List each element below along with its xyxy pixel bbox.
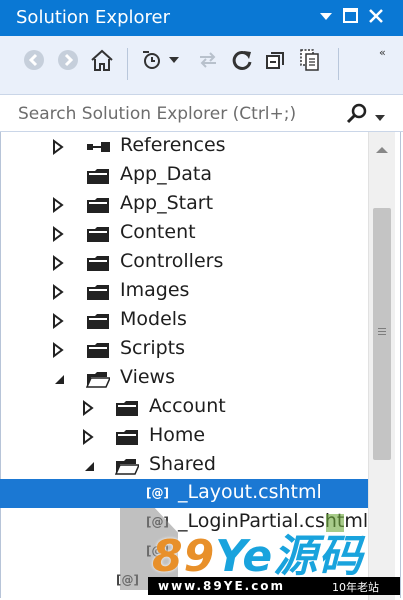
expand-arrow-icon[interactable] xyxy=(52,226,66,242)
back-button[interactable] xyxy=(20,46,48,74)
expand-arrow-icon[interactable] xyxy=(52,342,66,358)
toolbar-overflow-button[interactable]: ‹‹ xyxy=(379,46,386,59)
maximize-icon xyxy=(343,8,358,23)
watermark-brand-text: Ye源码 xyxy=(215,531,364,582)
watermark-tag: 10年老站 xyxy=(332,581,379,594)
tree-item-label: Models xyxy=(120,308,187,330)
chevron-up-icon xyxy=(376,147,388,153)
tree-item-app-data[interactable]: App_Data xyxy=(0,161,368,190)
search-options-dropdown[interactable] xyxy=(375,107,387,121)
tree-item-label: Content xyxy=(120,221,196,243)
folder-icon xyxy=(115,400,139,417)
expand-arrow-icon[interactable] xyxy=(82,429,96,445)
search-bar xyxy=(0,94,403,133)
folder-icon xyxy=(86,342,110,359)
tree-item-label: Account xyxy=(149,395,226,417)
expand-arrow-icon[interactable] xyxy=(52,197,66,213)
watermark-brand: 89Ye源码 xyxy=(152,520,363,584)
scroll-grip-line xyxy=(378,331,386,332)
cshtml-file-icon: [@] xyxy=(146,486,169,500)
expand-arrow-icon[interactable] xyxy=(52,313,66,329)
tree-item-label: Images xyxy=(120,279,190,301)
expand-arrow-icon[interactable] xyxy=(52,284,66,300)
pending-changes-filter-icon xyxy=(143,51,160,69)
window-title: Solution Explorer xyxy=(16,7,170,28)
toolbar-separator xyxy=(338,48,339,80)
watermark-overlay: 89Ye源码 www.89YE.com 10年老站 xyxy=(104,500,400,596)
tree-item-scripts[interactable]: Scripts xyxy=(0,335,368,364)
tree-item-content[interactable]: Content xyxy=(0,219,368,248)
tree-item-models[interactable]: Models xyxy=(0,306,368,335)
title-bar: Solution Explorer xyxy=(0,0,403,36)
tree-item-label: Views xyxy=(120,366,175,388)
tree-item-references[interactable]: References xyxy=(0,132,368,161)
tree-item-home[interactable]: Home xyxy=(0,422,368,451)
back-icon xyxy=(24,50,44,70)
pending-changes-filter-dropdown[interactable] xyxy=(166,46,182,74)
tree-item-app-start[interactable]: App_Start xyxy=(0,190,368,219)
expand-arrow-icon[interactable] xyxy=(52,255,66,271)
folder-icon xyxy=(86,255,110,272)
tree-item-images[interactable]: Images xyxy=(0,277,368,306)
chevron-down-icon xyxy=(375,115,385,121)
tree-item-label: Shared xyxy=(149,453,216,475)
collapse-all-button[interactable] xyxy=(262,46,290,74)
chevron-down-icon xyxy=(169,57,179,63)
collapse-all-icon xyxy=(266,52,284,69)
folder-icon xyxy=(86,226,110,243)
tree-item-label: Scripts xyxy=(120,337,186,359)
forward-icon xyxy=(58,50,78,70)
folder-open-icon xyxy=(86,371,110,388)
tree-item-label: App_Start xyxy=(120,192,214,214)
collapse-arrow-icon[interactable] xyxy=(52,371,66,387)
pending-changes-filter-button[interactable] xyxy=(140,46,168,74)
tree-item-label: App_Data xyxy=(120,163,212,185)
watermark-brand-number: 89 xyxy=(152,531,216,582)
references-icon xyxy=(86,141,110,158)
close-button[interactable] xyxy=(368,8,384,29)
collapse-arrow-icon[interactable] xyxy=(82,458,96,474)
search-button[interactable] xyxy=(346,103,376,125)
toolbar: ‹‹ xyxy=(0,36,403,94)
expand-arrow-icon[interactable] xyxy=(52,139,66,155)
folder-icon xyxy=(86,284,110,301)
tree-item-label: Home xyxy=(149,424,206,446)
refresh-button[interactable] xyxy=(228,46,256,74)
refresh-icon xyxy=(232,50,252,70)
scrollbar-thumb[interactable] xyxy=(373,208,391,460)
watermark-url: www.89YE.com xyxy=(158,579,286,593)
tree-item-controllers[interactable]: Controllers xyxy=(0,248,368,277)
home-button[interactable] xyxy=(88,46,116,74)
scroll-grip-line xyxy=(378,328,386,329)
tree-item-account[interactable]: Account xyxy=(0,393,368,422)
sync-with-active-document-icon xyxy=(200,52,216,68)
folder-icon xyxy=(86,168,110,185)
show-all-files-icon xyxy=(300,49,319,71)
scroll-grip-line xyxy=(378,334,386,335)
tree-item-label: References xyxy=(120,134,226,156)
close-icon xyxy=(369,9,383,23)
tree-item-shared[interactable]: Shared xyxy=(0,451,368,480)
expand-arrow-icon[interactable] xyxy=(82,400,96,416)
home-icon xyxy=(91,49,113,71)
maximize-button[interactable] xyxy=(343,8,358,28)
folder-open-icon xyxy=(115,458,139,475)
search-icon xyxy=(346,103,367,124)
search-input[interactable] xyxy=(0,95,360,133)
toolbar-separator xyxy=(127,48,128,80)
chevron-down-icon xyxy=(320,13,332,20)
folder-icon xyxy=(115,429,139,446)
scroll-up-button[interactable] xyxy=(375,140,389,159)
folder-icon xyxy=(86,313,110,330)
tree-item-views[interactable]: Views xyxy=(0,364,368,393)
show-all-files-button[interactable] xyxy=(296,46,324,74)
window-position-dropdown[interactable] xyxy=(320,6,332,26)
sync-with-active-document-button[interactable] xyxy=(194,46,222,74)
tree-item-label: Controllers xyxy=(120,250,224,272)
forward-button[interactable] xyxy=(54,46,82,74)
folder-icon xyxy=(86,197,110,214)
